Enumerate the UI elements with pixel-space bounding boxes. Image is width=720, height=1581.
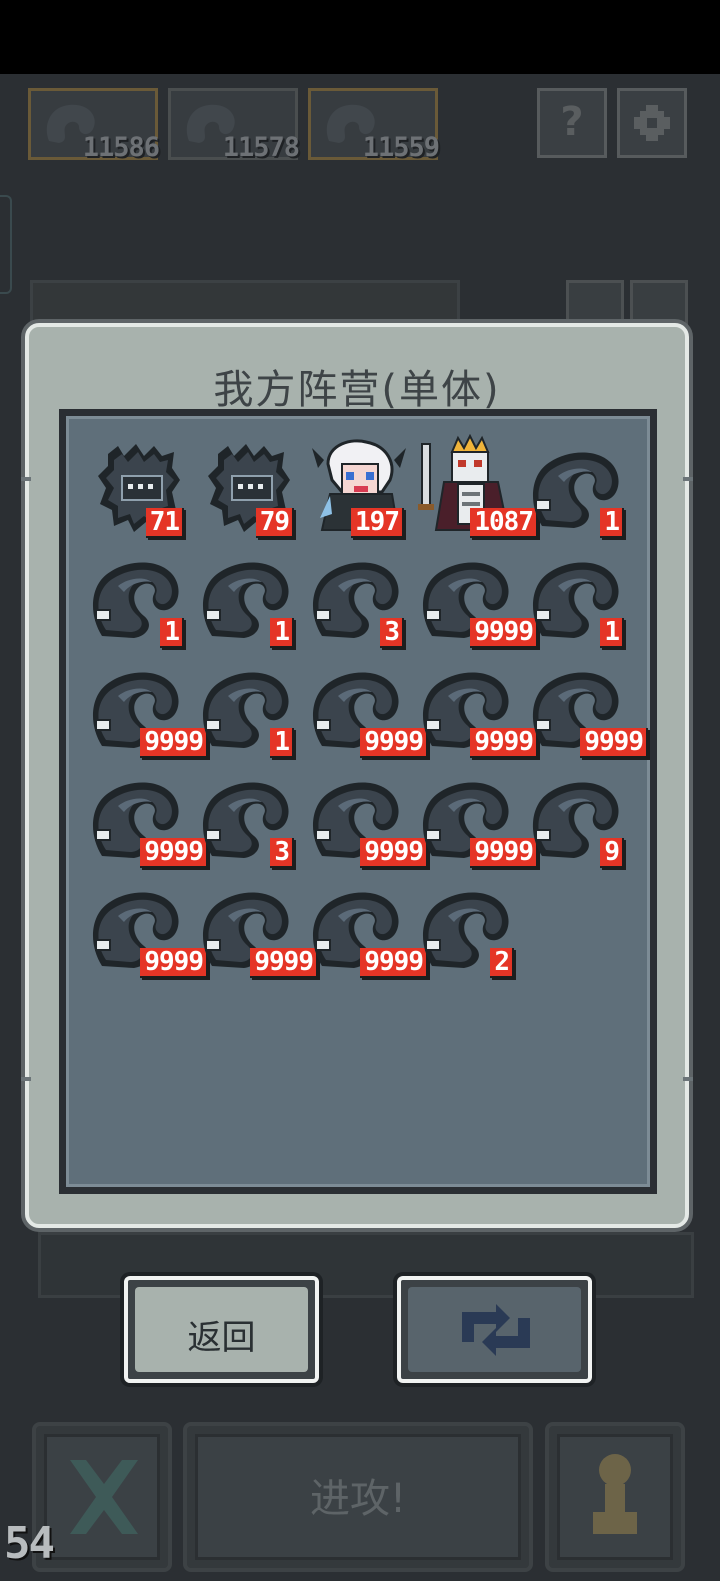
unit-count: 79 xyxy=(255,508,294,538)
unit-slot[interactable]: 1087 xyxy=(418,434,538,544)
resource-value: 11586 xyxy=(82,132,160,163)
unit-count: 3 xyxy=(270,838,294,868)
gear-icon xyxy=(634,105,670,141)
resource-value: 11578 xyxy=(222,132,300,163)
pawn-icon xyxy=(593,1454,637,1534)
unit-select-action[interactable] xyxy=(545,1422,685,1572)
unit-slot[interactable]: 1 xyxy=(198,544,308,654)
unit-count: 1 xyxy=(160,618,184,648)
attack-label: 进攻! xyxy=(309,1476,407,1522)
unit-slot[interactable]: 9999 xyxy=(418,654,538,764)
unit-count: 71 xyxy=(145,508,184,538)
status-bar xyxy=(0,0,720,74)
unit-count: 2 xyxy=(490,948,514,978)
unit-slot[interactable]: 9999 xyxy=(308,764,428,874)
unit-slot[interactable]: 1 xyxy=(88,544,198,654)
fps-counter: 54 xyxy=(4,1518,55,1569)
unit-slot[interactable]: 9999 xyxy=(418,764,538,874)
unit-slot[interactable]: 71 xyxy=(88,434,198,544)
army-dialog: 我方阵营(单体) 71 79 197 1087 1 1 1 3 9999 1 9… xyxy=(21,323,693,1228)
unit-count: 1 xyxy=(270,618,294,648)
back-button[interactable]: 返回 xyxy=(124,1276,319,1383)
resource-slot: 11586 xyxy=(28,88,160,163)
unit-slot[interactable]: 9999 xyxy=(528,654,648,764)
close-icon xyxy=(70,1460,138,1534)
unit-slot[interactable]: 9999 xyxy=(88,654,208,764)
unit-grid: 71 79 197 1087 1 1 1 3 9999 1 9999 1 999… xyxy=(59,409,657,1194)
unit-count: 197 xyxy=(351,508,404,538)
resource-slot: 11578 xyxy=(168,88,300,163)
unit-slot[interactable]: 1 xyxy=(528,544,638,654)
unit-slot[interactable]: 1 xyxy=(198,654,308,764)
help-button[interactable]: ? xyxy=(537,88,607,158)
unit-count: 1 xyxy=(600,618,624,648)
cancel-action[interactable] xyxy=(32,1422,172,1572)
unit-slot[interactable]: 3 xyxy=(198,764,308,874)
unit-slot[interactable]: 9 xyxy=(528,764,638,874)
unit-slot[interactable]: 9999 xyxy=(418,544,538,654)
resource-value: 11559 xyxy=(362,132,440,163)
unit-slot[interactable]: 2 xyxy=(418,874,528,984)
unit-count: 9 xyxy=(600,838,624,868)
resource-slot: 11559 xyxy=(308,88,440,163)
back-button-label: 返回 xyxy=(187,1318,256,1358)
dialog-title: 我方阵营(单体) xyxy=(213,367,501,413)
unit-slot[interactable]: 79 xyxy=(198,434,308,544)
refresh-button[interactable] xyxy=(397,1276,592,1383)
refresh-icon xyxy=(462,1304,530,1356)
unit-slot[interactable]: 197 xyxy=(308,434,418,544)
unit-slot[interactable]: 9999 xyxy=(198,874,318,984)
unit-slot[interactable]: 9999 xyxy=(308,874,428,984)
question-icon: ? xyxy=(560,99,584,145)
unit-count: 3 xyxy=(380,618,404,648)
unit-count: 9999 xyxy=(580,728,648,758)
unit-slot[interactable]: 1 xyxy=(528,434,638,544)
side-drawer-tab[interactable] xyxy=(0,195,12,294)
unit-slot[interactable]: 3 xyxy=(308,544,418,654)
unit-slot[interactable]: 9999 xyxy=(88,874,208,984)
attack-button[interactable]: 进攻! xyxy=(183,1422,533,1572)
settings-button[interactable] xyxy=(617,88,687,158)
unit-count: 1 xyxy=(270,728,294,758)
unit-slot[interactable]: 9999 xyxy=(88,764,208,874)
unit-slot[interactable]: 9999 xyxy=(308,654,428,764)
unit-count: 1 xyxy=(600,508,624,538)
